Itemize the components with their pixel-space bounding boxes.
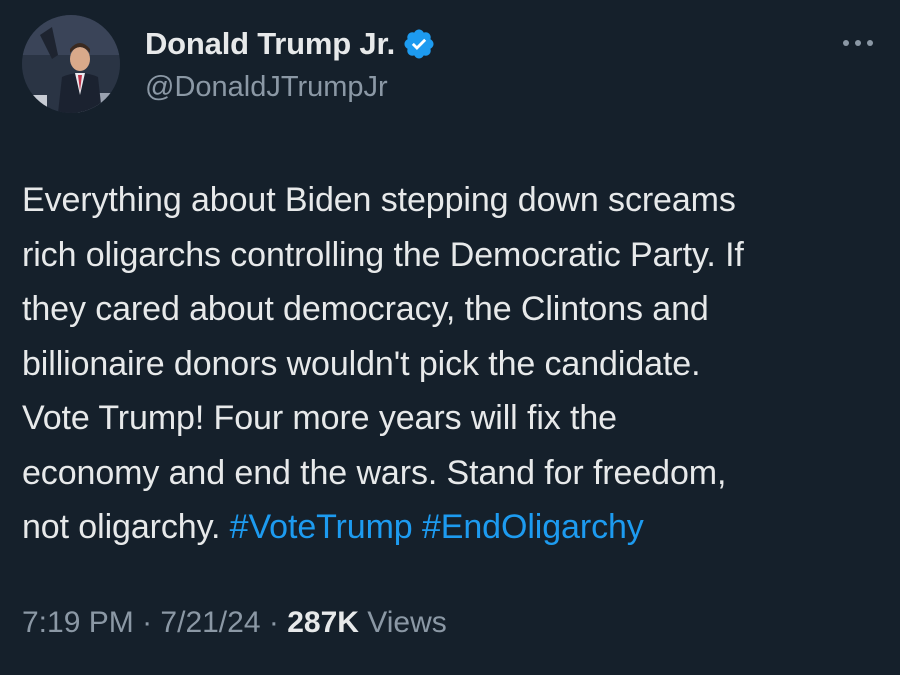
verified-badge-icon — [402, 27, 436, 61]
tweet-text-line: Everything about Biden stepping down scr… — [22, 181, 736, 219]
meta-separator: · — [268, 606, 279, 639]
tweet-card: Donald Trump Jr. @DonaldJTrumpJr Everyth… — [0, 0, 900, 675]
views-label: Views — [367, 606, 447, 639]
author-handle[interactable]: @DonaldJTrumpJr — [145, 71, 388, 104]
hashtag-link-endoligarchy[interactable]: #EndOligarchy — [422, 508, 644, 546]
meta-separator: · — [142, 606, 153, 639]
hashtag-link-votetrump[interactable]: #VoteTrump — [230, 508, 413, 546]
tweet-text-line-last: not oligarchy. #VoteTrump #EndOligarchy — [22, 500, 882, 555]
tweet-text-line: Vote Trump! Four more years will fix the — [22, 399, 617, 437]
tweet-text-line: economy and end the wars. Stand for free… — [22, 453, 727, 492]
tweet-text-fragment: not oligarchy. — [22, 508, 230, 546]
tweet-time[interactable]: 7:19 PM — [22, 606, 134, 639]
tweet-text-line: they cared about democracy, the Clintons… — [22, 290, 709, 328]
profile-photo — [22, 15, 120, 113]
tweet-text-line: billionaire donors wouldn't pick the can… — [22, 344, 701, 383]
tweet-text-line: rich oligarchs controlling the Democrati… — [22, 235, 744, 274]
avatar[interactable] — [22, 15, 120, 113]
author-name-row: Donald Trump Jr. — [145, 26, 436, 62]
tweet-date[interactable]: 7/21/24 — [160, 606, 260, 639]
more-options-icon[interactable] — [838, 33, 878, 53]
views-count: 287K — [287, 606, 359, 639]
author-display-name[interactable]: Donald Trump Jr. — [145, 26, 395, 62]
tweet-meta: 7:19 PM · 7/21/24 · 287K Views — [22, 606, 447, 640]
tweet-text: Everything about Biden stepping down scr… — [22, 173, 882, 555]
